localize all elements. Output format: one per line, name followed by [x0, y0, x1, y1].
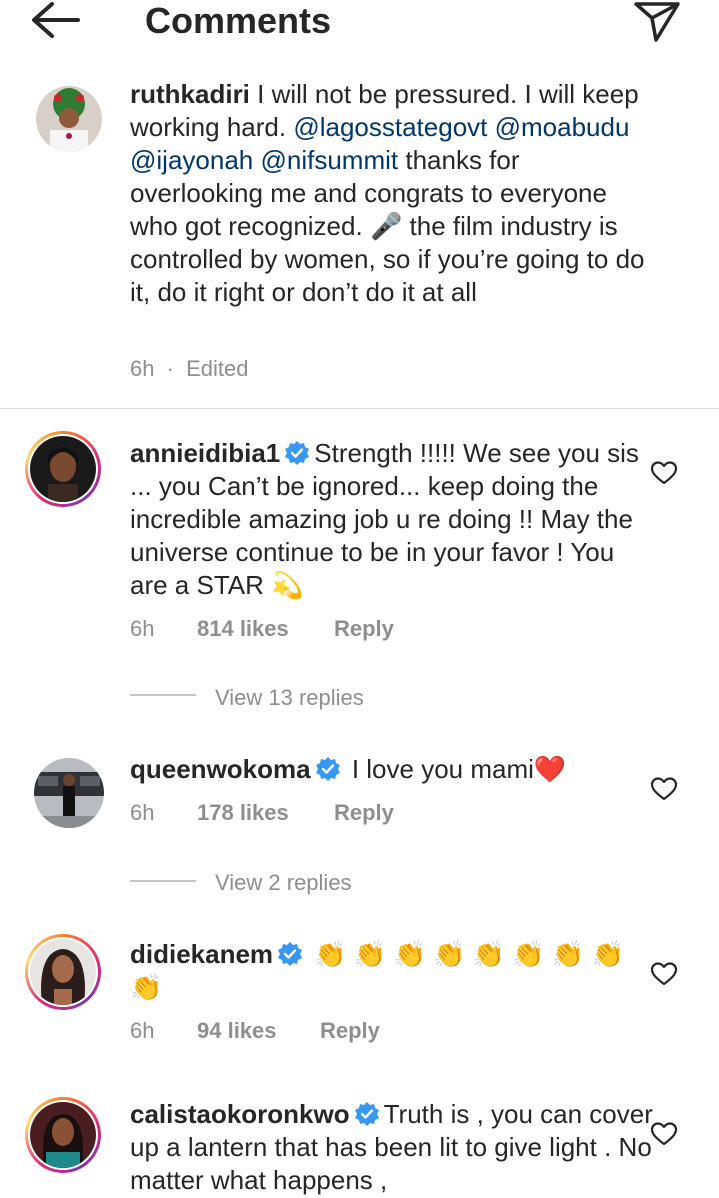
like-heart-icon[interactable]	[650, 460, 678, 486]
caption-edited: Edited	[186, 356, 249, 381]
avatar-calistaokoronkwo	[30, 1102, 96, 1168]
header-bar: Comments	[0, 0, 719, 46]
reply-button[interactable]: Reply	[334, 616, 394, 642]
likes-count[interactable]: 94 likes	[197, 1018, 277, 1044]
caption-meta: 6h · Edited	[130, 356, 249, 381]
view-replies-button[interactable]: View 13 replies	[215, 685, 364, 711]
comment-time: 6h	[130, 616, 155, 641]
caption-username[interactable]: ruthkadiri	[130, 79, 250, 109]
comment-time: 6h	[130, 800, 155, 825]
share-direct-icon[interactable]	[630, 0, 684, 44]
verified-badge-icon	[285, 441, 310, 465]
verified-badge-icon	[315, 757, 340, 781]
likes-count[interactable]: 178 likes	[197, 800, 289, 826]
microphone-emoji: 🎤	[369, 211, 403, 241]
caption-time: 6h	[130, 356, 155, 381]
story-ring-calistaokoronkwo[interactable]	[25, 1097, 101, 1173]
comment-queenwokoma: queenwokoma I love you mami❤️	[130, 754, 567, 784]
reply-button[interactable]: Reply	[334, 800, 394, 826]
comment-username[interactable]: queenwokoma	[130, 754, 311, 784]
like-heart-icon[interactable]	[650, 776, 678, 802]
back-arrow-icon[interactable]	[26, 0, 86, 44]
mention-lagosstategovt[interactable]: @lagosstategovt	[293, 112, 487, 142]
caption-text: ruthkadiri I will not be pressured. I wi…	[130, 79, 645, 307]
avatar-ruthkadiri[interactable]	[36, 86, 102, 152]
like-heart-icon[interactable]	[650, 961, 678, 987]
view-replies-line	[130, 694, 196, 696]
avatar-didiekanem	[30, 939, 96, 1005]
view-replies-line	[130, 880, 196, 882]
caption-divider	[0, 408, 719, 409]
comment-username[interactable]: calistaokoronkwo	[130, 1099, 350, 1129]
story-ring-annieidibia1[interactable]	[25, 431, 101, 507]
comment-meta: 6h 178 likes Reply	[130, 800, 394, 826]
page-title: Comments	[145, 0, 332, 41]
comment-calistaokoronkwo: calistaokoronkwo Truth is , you can cover…	[130, 1099, 653, 1195]
comment-username[interactable]: annieidibia1	[130, 438, 280, 468]
mention-moabudu[interactable]: @moabudu	[495, 112, 630, 142]
verified-badge-icon	[354, 1102, 379, 1126]
comment-username[interactable]: didiekanem	[130, 939, 273, 969]
story-ring-didiekanem[interactable]	[25, 934, 101, 1010]
dizzy-emoji: 💫	[271, 570, 304, 600]
comment-annieidibia1: annieidibia1 Strength !!!!! We see you si…	[130, 438, 639, 600]
comment-meta: 6h 814 likes Reply	[130, 616, 394, 642]
comment-meta: 6h 94 likes Reply	[130, 1018, 380, 1044]
reply-button[interactable]: Reply	[320, 1018, 380, 1044]
like-heart-icon[interactable]	[650, 1121, 678, 1147]
view-replies-button[interactable]: View 2 replies	[215, 870, 352, 896]
likes-count[interactable]: 814 likes	[197, 616, 289, 642]
verified-badge-icon	[278, 942, 303, 966]
avatar-annieidibia1	[30, 436, 96, 502]
mention-nifsummit[interactable]: @nifsummit	[260, 145, 398, 175]
red-heart-emoji: ❤️	[533, 754, 567, 784]
comment-didiekanem: didiekanem 👏 👏 👏 👏 👏 👏 👏 👏 👏	[130, 938, 655, 1004]
comment-time: 6h	[130, 1018, 155, 1043]
avatar-queenwokoma[interactable]	[34, 758, 104, 828]
mention-ijayonah[interactable]: @ijayonah	[130, 145, 253, 175]
